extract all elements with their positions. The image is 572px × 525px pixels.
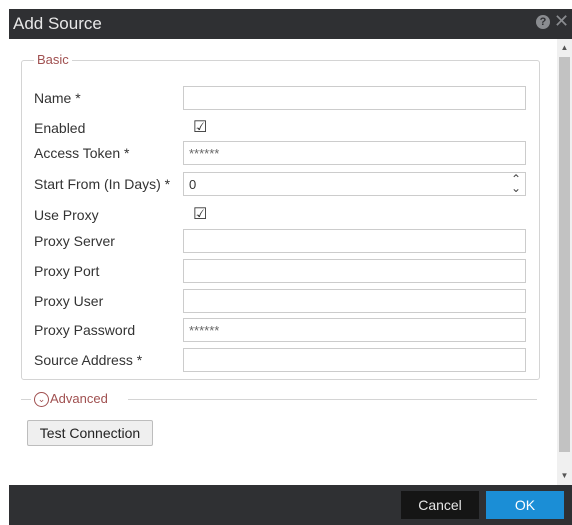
close-icon[interactable]: ✕: [554, 12, 569, 30]
use-proxy-checkbox[interactable]: ☑: [193, 204, 207, 224]
basic-legend: Basic: [34, 52, 72, 67]
advanced-section-toggle[interactable]: ⌄ Advanced: [21, 390, 538, 410]
scroll-up-icon[interactable]: ▲: [557, 43, 572, 53]
advanced-divider-left: [21, 399, 31, 400]
advanced-label[interactable]: Advanced: [50, 391, 108, 406]
name-label: Name *: [34, 90, 81, 106]
proxy-user-input[interactable]: [183, 289, 526, 313]
advanced-divider-right: [128, 399, 537, 400]
use-proxy-label: Use Proxy: [34, 207, 99, 223]
proxy-port-input[interactable]: [183, 259, 526, 283]
proxy-password-input[interactable]: ******: [183, 318, 526, 342]
ok-button[interactable]: OK: [486, 491, 564, 519]
cancel-button[interactable]: Cancel: [401, 491, 479, 519]
source-address-input[interactable]: [183, 348, 526, 372]
test-connection-button[interactable]: Test Connection: [27, 420, 153, 446]
access-token-input[interactable]: ******: [183, 141, 526, 165]
enabled-checkbox[interactable]: ☑: [193, 117, 207, 137]
vertical-scrollbar[interactable]: ▲ ▼: [557, 39, 572, 485]
dialog-titlebar: Add Source ? ✕: [9, 9, 572, 39]
help-icon[interactable]: ?: [536, 15, 550, 29]
access-token-label: Access Token *: [34, 145, 130, 161]
start-from-stepper[interactable]: 0 ⌃ ⌄: [183, 172, 526, 196]
dialog-title: Add Source: [13, 14, 102, 33]
start-from-label: Start From (In Days) *: [34, 176, 171, 192]
add-source-dialog: Add Source ? ✕ Basic Name * Enabled ☑ Ac…: [9, 9, 572, 525]
name-input[interactable]: [183, 86, 526, 110]
scroll-thumb[interactable]: [559, 57, 570, 452]
proxy-server-label: Proxy Server: [34, 233, 115, 249]
proxy-password-label: Proxy Password: [34, 322, 136, 338]
proxy-server-input[interactable]: [183, 229, 526, 253]
dialog-footer: Cancel OK: [9, 485, 572, 525]
source-address-label: Source Address *: [34, 352, 143, 368]
proxy-port-label: Proxy Port: [34, 263, 100, 279]
enabled-label: Enabled: [34, 120, 86, 136]
spinner-icon[interactable]: ⌃ ⌄: [511, 173, 521, 194]
dialog-content: Basic Name * Enabled ☑ Access Token * **…: [9, 39, 572, 485]
scroll-down-icon[interactable]: ▼: [557, 471, 572, 481]
chevron-down-icon[interactable]: ⌄: [34, 392, 49, 407]
form-scroll-area: Basic Name * Enabled ☑ Access Token * **…: [9, 39, 557, 485]
proxy-user-label: Proxy User: [34, 293, 104, 309]
